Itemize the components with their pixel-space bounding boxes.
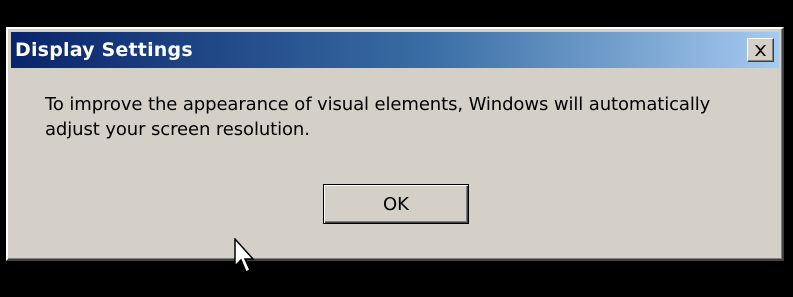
ok-button-label: OK	[383, 193, 409, 215]
close-button[interactable]	[747, 38, 774, 62]
close-icon	[754, 44, 767, 56]
message-line-2: adjust your screen resolution.	[45, 119, 310, 140]
dialog-title: Display Settings	[15, 39, 193, 61]
display-settings-dialog: Display Settings To improve the appearan…	[6, 27, 784, 261]
mouse-pointer-icon	[234, 237, 260, 278]
desktop-background: Display Settings To improve the appearan…	[0, 0, 793, 297]
dialog-titlebar[interactable]: Display Settings	[11, 32, 779, 68]
ok-button[interactable]: OK	[323, 184, 469, 224]
message-line-1: To improve the appearance of visual elem…	[45, 94, 711, 115]
dialog-message: To improve the appearance of visual elem…	[45, 92, 765, 142]
